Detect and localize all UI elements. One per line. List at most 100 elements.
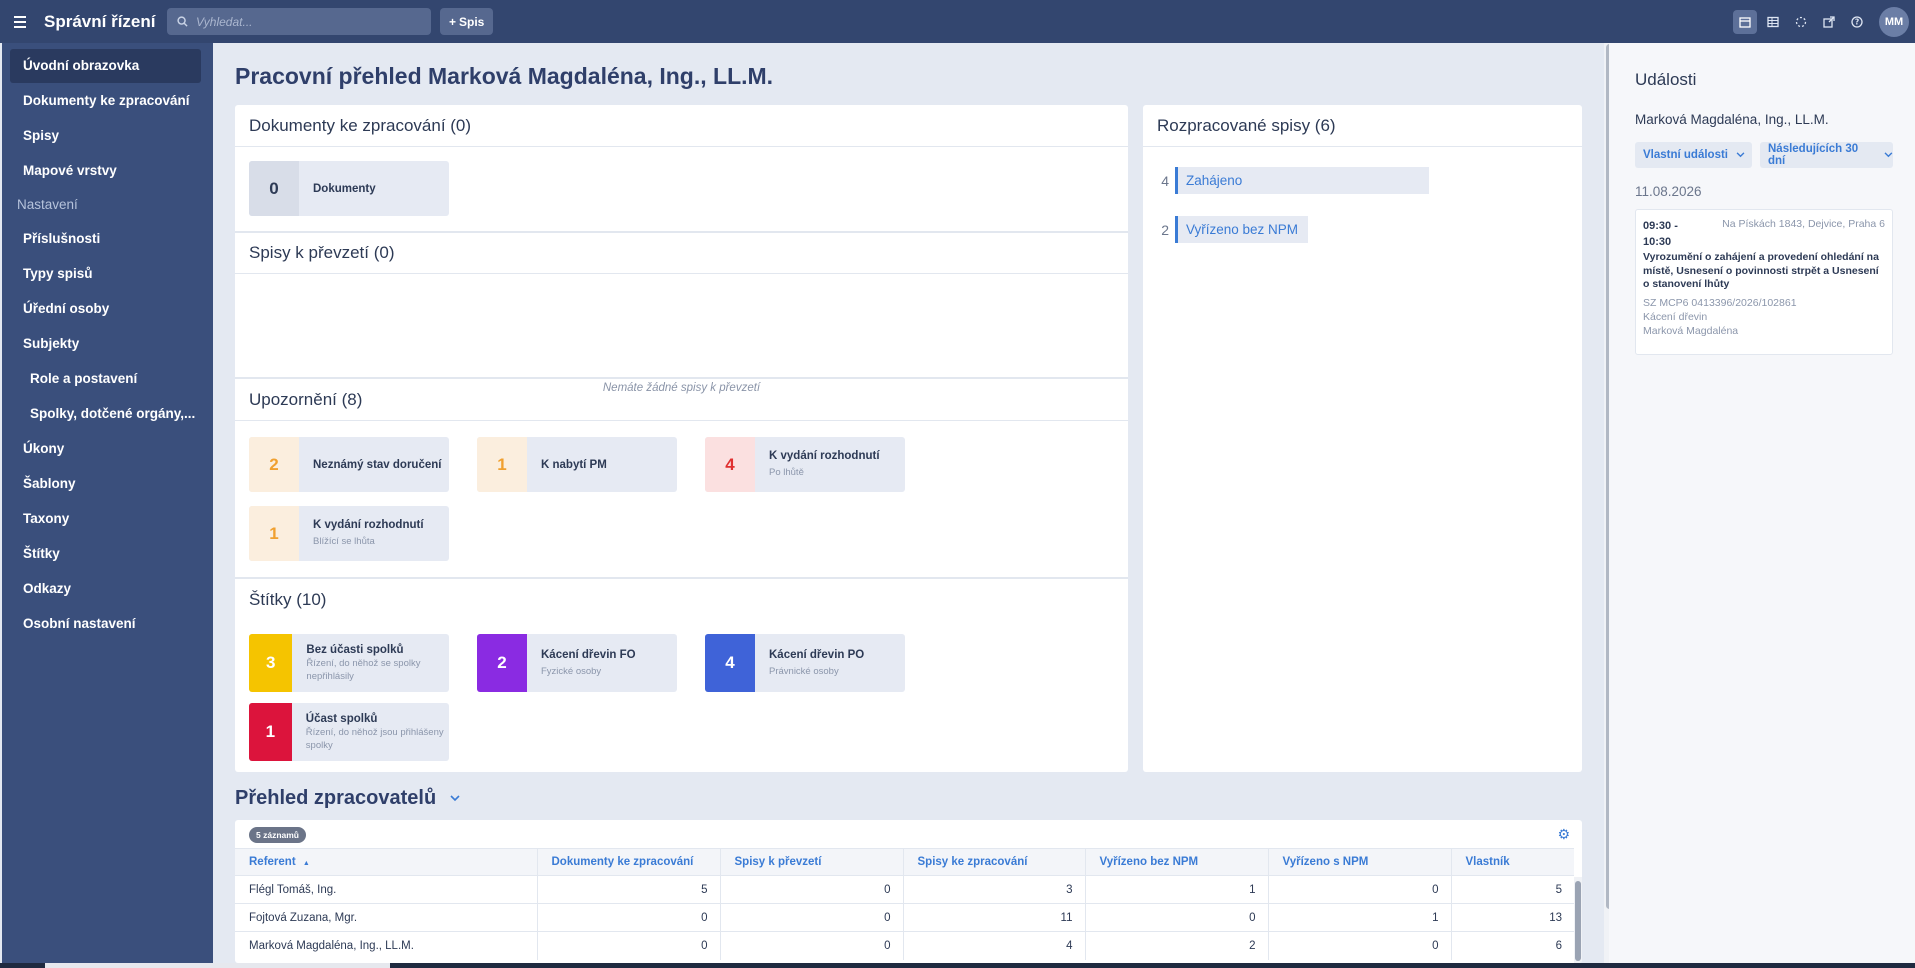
cell: 0 xyxy=(719,903,903,932)
rozpracovane-item-vyrizeno[interactable]: 2 Vyřízeno bez NPM xyxy=(1149,216,1309,243)
sidebar-item-spisy[interactable]: Spisy xyxy=(2,118,213,153)
tile-sublabel: Po lhůtě xyxy=(769,467,804,478)
sidebar-item-mapove-vrstvy[interactable]: Mapové vrstvy xyxy=(2,153,213,188)
item-count: 4 xyxy=(1161,172,1169,189)
event-owner: Marková Magdaléna xyxy=(1643,324,1739,337)
table-row[interactable]: Flégl Tomáš, Ing. 5 0 3 1 0 5 xyxy=(235,875,1574,904)
stitek-tile-fo[interactable]: 2 Kácení dřevin FO Fyzické osoby xyxy=(477,634,677,692)
loading-icon[interactable] xyxy=(1789,10,1813,34)
sidebar-item-odkazy[interactable]: Odkazy xyxy=(2,571,213,606)
stitek-tile-ucast[interactable]: 1 Účast spolků Řízení, do něhož jsou přih… xyxy=(249,703,449,761)
rozpracovane-item-zahajeno[interactable]: 4 Zahájeno xyxy=(1149,167,1429,194)
overview-card: Dokumenty ke zpracování (0) 0 Dokumenty … xyxy=(235,105,1128,772)
tile-label: Kácení dřevin FO xyxy=(541,648,636,661)
record-count-badge: 5 záznamů xyxy=(249,827,306,843)
tile-count: 1 xyxy=(249,506,299,561)
external-link-icon[interactable] xyxy=(1817,10,1841,34)
table-icon[interactable] xyxy=(1761,10,1785,34)
column-header-referent[interactable]: Referent ▲ xyxy=(235,848,537,876)
dokumenty-heading: Dokumenty ke zpracování (0) xyxy=(235,105,1128,147)
tile-label: Bez účasti spolků xyxy=(306,643,404,656)
column-header-bez-npm[interactable]: Vyřízeno bez NPM xyxy=(1084,848,1268,876)
tile-label: Kácení dřevin PO xyxy=(769,648,865,661)
column-header-s-npm[interactable]: Vyřízeno s NPM xyxy=(1267,848,1451,876)
help-icon[interactable]: ? xyxy=(1845,10,1869,34)
tile-sublabel: Blížící se lhůta xyxy=(313,536,375,547)
rozpracovane-heading: Rozpracované spisy (6) xyxy=(1143,105,1582,147)
tile-count: 2 xyxy=(477,634,527,692)
event-reference: SZ MCP6 0413396/2026/102861 xyxy=(1643,296,1797,309)
app-title[interactable]: Správní řízení xyxy=(44,12,159,32)
calendar-icon[interactable] xyxy=(1733,9,1757,34)
cell: 0 xyxy=(536,931,720,960)
prevzeti-heading: Spisy k převzetí (0) xyxy=(235,232,1128,274)
upozorneni-tile-blizici[interactable]: 1 K vydání rozhodnutí Blížící se lhůta xyxy=(249,506,449,561)
cell: 1 xyxy=(1084,875,1268,904)
tile-count: 1 xyxy=(477,437,527,492)
tile-sublabel: Fyzické osoby xyxy=(541,665,602,677)
sidebar-item-spolky[interactable]: Spolky, dotčené orgány,... xyxy=(2,396,213,431)
sidebar-item-sablony[interactable]: Šablony xyxy=(2,466,213,501)
sidebar-item-prislusnosti[interactable]: Příslušnosti xyxy=(2,221,213,256)
top-bar: Správní řízení + Spis ? MM xyxy=(0,0,1915,43)
cell: 0 xyxy=(1084,903,1268,932)
search-input[interactable] xyxy=(196,14,416,29)
sidebar-item-uredni-osoby[interactable]: Úřední osoby xyxy=(2,291,213,326)
column-header-spisy[interactable]: Spisy ke zpracování xyxy=(902,848,1085,876)
cell: 6 xyxy=(1450,931,1574,960)
event-time: 09:30 - 10:30 xyxy=(1643,220,1678,248)
sidebar-item-uvodni[interactable]: Úvodní obrazovka xyxy=(10,49,201,83)
tile-label: K vydání rozhodnutí xyxy=(769,450,880,462)
sidebar-item-typy-spisu[interactable]: Typy spisů xyxy=(2,256,213,291)
sidebar-item-role[interactable]: Role a postavení xyxy=(2,361,213,396)
column-header-prevzeti[interactable]: Spisy k převzetí xyxy=(719,848,903,876)
event-type-dropdown[interactable]: Vlastní události xyxy=(1635,142,1752,168)
event-location: Na Pískách 1843, Dejvice, Praha 6 xyxy=(1722,218,1885,230)
search-box[interactable] xyxy=(167,8,431,35)
sidebar-item-osobni-nastaveni[interactable]: Osobní nastavení xyxy=(2,606,213,641)
stitek-tile-bez-ucasti[interactable]: 3 Bez účasti spolků Řízení, do něhož se s… xyxy=(249,634,449,692)
upozorneni-tile-nezn-stav[interactable]: 2 Neznámý stav doručení xyxy=(249,437,449,492)
sidebar-item-taxony[interactable]: Taxony xyxy=(2,501,213,536)
tile-count: 0 xyxy=(249,161,299,216)
table-scrollbar[interactable] xyxy=(1574,877,1582,963)
upozorneni-tile-po-lhute[interactable]: 4 K vydání rozhodnutí Po lhůtě xyxy=(705,437,905,492)
sort-asc-icon: ▲ xyxy=(302,860,310,867)
table-row[interactable]: Marková Magdaléna, Ing., LL.M. 0 0 4 2 0… xyxy=(235,931,1574,960)
dropdown-value: Vlastní události xyxy=(1643,149,1728,161)
gear-icon[interactable]: ⚙ xyxy=(1557,826,1570,843)
prehled-title-text: Přehled zpracovatelů xyxy=(235,787,437,809)
main-content: Pracovní přehled Marková Magdaléna, Ing.… xyxy=(213,43,1615,963)
item-label[interactable]: Zahájeno xyxy=(1175,167,1429,194)
table-row[interactable]: Fojtová Zuzana, Mgr. 0 0 11 0 1 13 xyxy=(235,903,1574,932)
stitky-heading: Štítky (10) xyxy=(249,590,327,609)
dokumenty-tile[interactable]: 0 Dokumenty xyxy=(249,161,449,216)
prehled-zpracovatelu-heading[interactable]: Přehled zpracovatelů xyxy=(235,787,460,810)
item-label[interactable]: Vyřízeno bez NPM xyxy=(1175,216,1309,243)
sidebar-item-subjekty[interactable]: Subjekty xyxy=(2,326,213,361)
tile-label: Účast spolků xyxy=(305,712,378,725)
table-header-row: Referent ▲ Dokumenty ke zpracování Spisy… xyxy=(235,848,1574,876)
sidebar-heading-nastaveni[interactable]: Nastavení xyxy=(2,188,213,221)
event-range-dropdown[interactable]: Následujících 30 dní xyxy=(1760,142,1893,168)
sidebar-item-dokumenty[interactable]: Dokumenty ke zpracování xyxy=(2,83,213,118)
tile-label: Dokumenty xyxy=(313,182,376,195)
sidebar-item-ukony[interactable]: Úkony xyxy=(2,431,213,466)
column-header-vlastnik[interactable]: Vlastník xyxy=(1450,848,1574,876)
add-spis-button[interactable]: + Spis xyxy=(440,8,494,35)
sidebar-item-stitky[interactable]: Štítky xyxy=(2,536,213,571)
cell: 2 xyxy=(1084,931,1268,960)
avatar[interactable]: MM xyxy=(1879,6,1909,37)
svg-text:?: ? xyxy=(1855,17,1859,26)
event-card[interactable]: 09:30 - 10:30 Na Pískách 1843, Dejvice, … xyxy=(1635,209,1893,355)
upozorneni-tile-nabyti-pm[interactable]: 1 K nabytí PM xyxy=(477,437,677,492)
cell: 0 xyxy=(719,931,903,960)
scrollbar-thumb[interactable] xyxy=(1575,881,1581,961)
column-header-dokumenty[interactable]: Dokumenty ke zpracování xyxy=(536,848,720,876)
menu-icon[interactable] xyxy=(14,0,36,43)
stitek-tile-po[interactable]: 4 Kácení dřevin PO Právnické osoby xyxy=(705,634,905,692)
tile-count: 1 xyxy=(249,703,292,761)
cell: 0 xyxy=(1267,931,1451,960)
cell: 5 xyxy=(1450,875,1574,904)
chevron-down-icon[interactable] xyxy=(450,795,460,802)
